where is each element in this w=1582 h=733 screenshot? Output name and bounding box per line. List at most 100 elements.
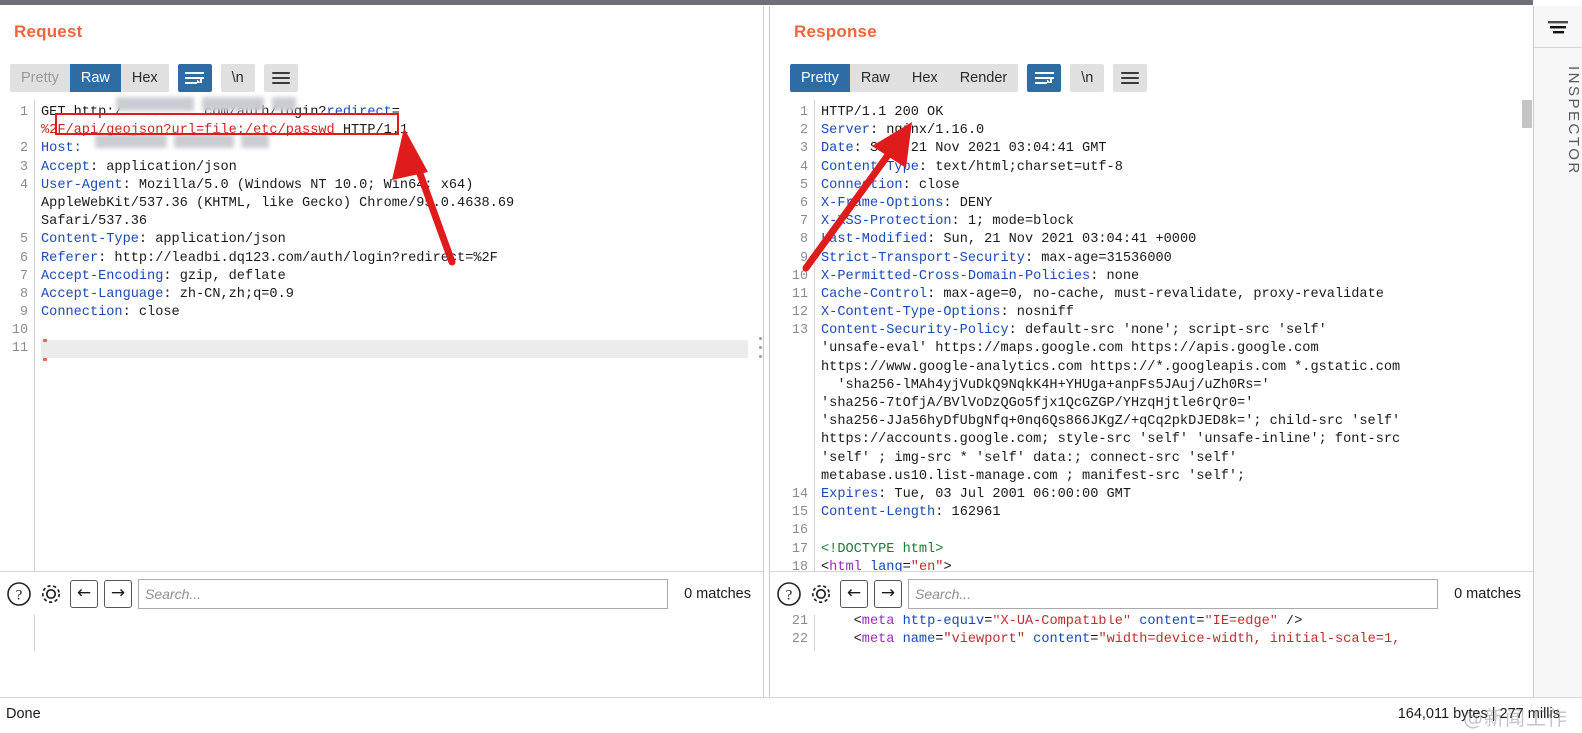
line-number: 4 [799,159,808,175]
line-number [770,359,814,377]
code-line: Content-Length: 162961 [821,504,1533,522]
request-settings-gear-icon[interactable] [38,581,64,607]
code-token: Accept-Encoding [41,268,164,284]
code-token: Strict-Transport-Security [821,250,1025,266]
tab-request-raw[interactable]: Raw [69,64,121,92]
code-token: metabase.us10.list-manage.com ; manifest… [821,468,1246,484]
code-line: Connection: close [41,304,763,322]
response-line-numbers: 12345678910111213 141516171819202122 [770,100,814,651]
code-token: Content-Type [41,232,139,248]
hamburger-menu-icon [271,71,290,85]
svg-text:?: ? [16,587,23,603]
code-token: Content-Security-Policy [821,323,1009,339]
code-line: 'sha256-7tOfjA/BVlVoDzQGo5fjx1QcGZGP/YHz… [821,395,1533,413]
response-view-tabs[interactable]: Pretty Raw Hex Render [790,64,1019,92]
code-token: Server [821,123,870,139]
code-line: Accept-Encoding: gzip, deflate [41,268,763,286]
code-line: <meta name="viewport" content="width=dev… [821,631,1533,649]
code-token: : close [902,177,960,193]
line-number: 8 [19,286,28,302]
line-number [770,468,814,486]
tab-response-raw[interactable]: Raw [849,64,901,92]
code-token: %2F [41,123,66,139]
line-number: 10 [791,268,808,284]
request-view-tabs[interactable]: Pretty Raw Hex [10,64,169,92]
response-code[interactable]: HTTP/1.1 200 OK Server: nginx/1.16.0 Date:… [814,100,1533,651]
hamburger-menu-icon [1121,71,1140,85]
code-line: Expires: Tue, 03 Jul 2001 06:00:00 GMT [821,486,1533,504]
line-number [0,122,34,140]
request-menu-button[interactable] [263,64,298,92]
response-vertical-scrollbar[interactable] [1521,100,1533,651]
code-token: : zh-CN,zh;q=0.9 [163,286,294,302]
request-code[interactable]: GET http:/ com/auth/login?redirect= %2F/a… [34,100,763,651]
request-search-next-button[interactable]: → [104,579,132,608]
code-line: Referer: http://leadbi.dq123.com/auth/lo… [41,250,763,268]
code-token: Content-Length [821,505,936,521]
line-number: 13 [791,323,808,339]
code-line: Server: nginx/1.16.0 [821,122,1533,140]
response-menu-button[interactable] [1113,64,1148,92]
tab-response-render[interactable]: Render [948,64,1019,92]
tab-response-hex[interactable]: Hex [900,64,949,92]
code-token: X-XSS-Protection [821,214,952,230]
code-token: = [1196,614,1205,630]
request-title: Request [14,22,83,41]
code-token: : 162961 [935,505,1001,521]
tab-response-pretty[interactable]: Pretty [790,64,850,92]
code-line: metabase.us10.list-manage.com ; manifest… [821,468,1533,486]
inspector-rail[interactable]: INSPECTOR [1533,6,1582,733]
response-settings-gear-icon[interactable] [808,581,834,607]
window-chrome-seam [0,0,1533,5]
code-token: "IE=edge" [1204,614,1278,630]
code-line: X-Content-Type-Options: nosniff [821,304,1533,322]
request-search-input[interactable] [138,578,669,609]
response-word-wrap-button[interactable] [1027,64,1062,92]
code-line: AppleWebKit/537.36 (KHTML, like Gecko) C… [41,195,763,213]
inspector-filter-button[interactable] [1534,6,1582,48]
code-token: Accept-Language [41,286,164,302]
code-token: : text/html;charset=utf-8 [918,159,1123,175]
code-token: : Tue, 03 Jul 2001 06:00:00 GMT [878,486,1131,502]
request-help-icon[interactable]: ? [6,581,32,607]
code-line: 'sha256-lMAh4yjVuDkQ9NqkK4H+YHUga+anpFs5… [821,377,1533,395]
line-number: 6 [799,195,808,211]
code-token: : default-src 'none'; script-src 'self' [1008,323,1327,339]
code-token: GET http:/ [41,105,123,120]
line-number: 3 [799,141,808,157]
line-number: 22 [791,632,808,648]
code-token: Date [821,141,854,157]
tab-request-hex[interactable]: Hex [120,64,169,92]
response-search-input[interactable] [908,578,1439,609]
response-editor[interactable]: 12345678910111213 141516171819202122 HTT… [770,100,1533,651]
code-token: AppleWebKit/537.36 (KHTML, like Gecko) C… [41,195,515,211]
pane-splitter[interactable] [763,6,770,733]
request-word-wrap-button[interactable] [177,64,212,92]
tab-request-pretty[interactable]: Pretty [10,64,70,92]
request-search-prev-button[interactable]: ← [70,579,98,608]
code-token: User-Agent [41,177,123,193]
request-newline-button[interactable]: \n [220,64,255,92]
response-search-prev-button[interactable]: ← [840,579,868,608]
line-number [770,340,814,358]
scrollbar-thumb[interactable] [1522,100,1532,128]
response-search-next-button[interactable]: → [874,579,902,608]
line-number: 17 [791,541,808,557]
code-token: Host: [41,141,82,157]
code-line: 'sha256-JJa56hyDfUbgNfq+0nq6Qs866JKgZ/+q… [821,413,1533,431]
code-token: "width=device-width, initial-scale=1, [1098,632,1401,648]
request-search-bar: ? ← → 0 matches [0,571,763,615]
line-number [770,377,814,395]
response-newline-button[interactable]: \n [1070,64,1105,92]
line-number [770,431,814,449]
request-editor[interactable]: 1 234 5 6 7 8 9 10 11 GET http:/ com/auth/logi… [0,100,763,651]
request-drag-dots-handle[interactable] [759,337,763,363]
response-help-icon[interactable]: ? [776,581,802,607]
line-number: 9 [19,305,28,321]
code-token: : DENY [943,195,993,211]
line-number: 7 [19,268,28,284]
line-number: 4 [19,177,28,193]
